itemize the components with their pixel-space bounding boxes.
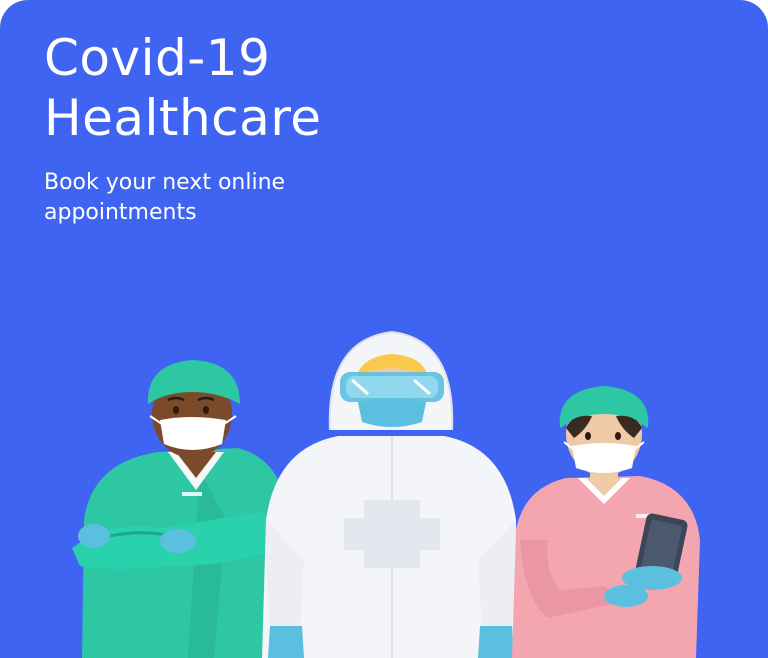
page-subtitle: Book your next online appointments	[44, 168, 544, 228]
subtitle-line: Book your next online	[44, 170, 286, 195]
page-title: Covid-19 Healthcare	[44, 28, 684, 148]
title-line: Healthcare	[44, 89, 322, 147]
hero-card: Covid-19 Healthcare Book your next onlin…	[0, 0, 768, 658]
title-line: Covid-19	[44, 29, 271, 87]
subtitle-line: appointments	[44, 200, 197, 225]
